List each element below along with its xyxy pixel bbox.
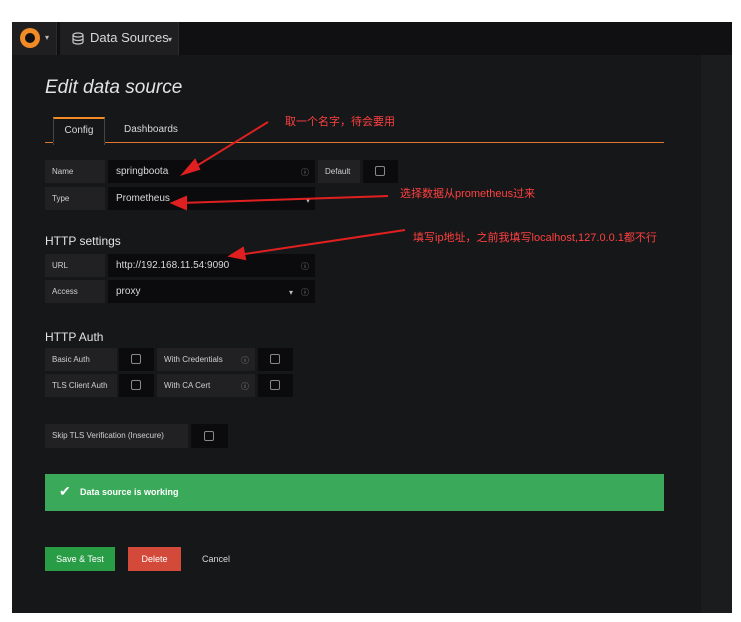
name-annotation: 取一个名字，待会要用 <box>285 116 395 128</box>
type-annotation: 选择数据从prometheus过来 <box>400 188 536 200</box>
annotation-arrows <box>169 121 406 261</box>
url-annotation: 填写ip地址，之前我填写localhost,127.0.0.1都不行 <box>413 232 657 244</box>
